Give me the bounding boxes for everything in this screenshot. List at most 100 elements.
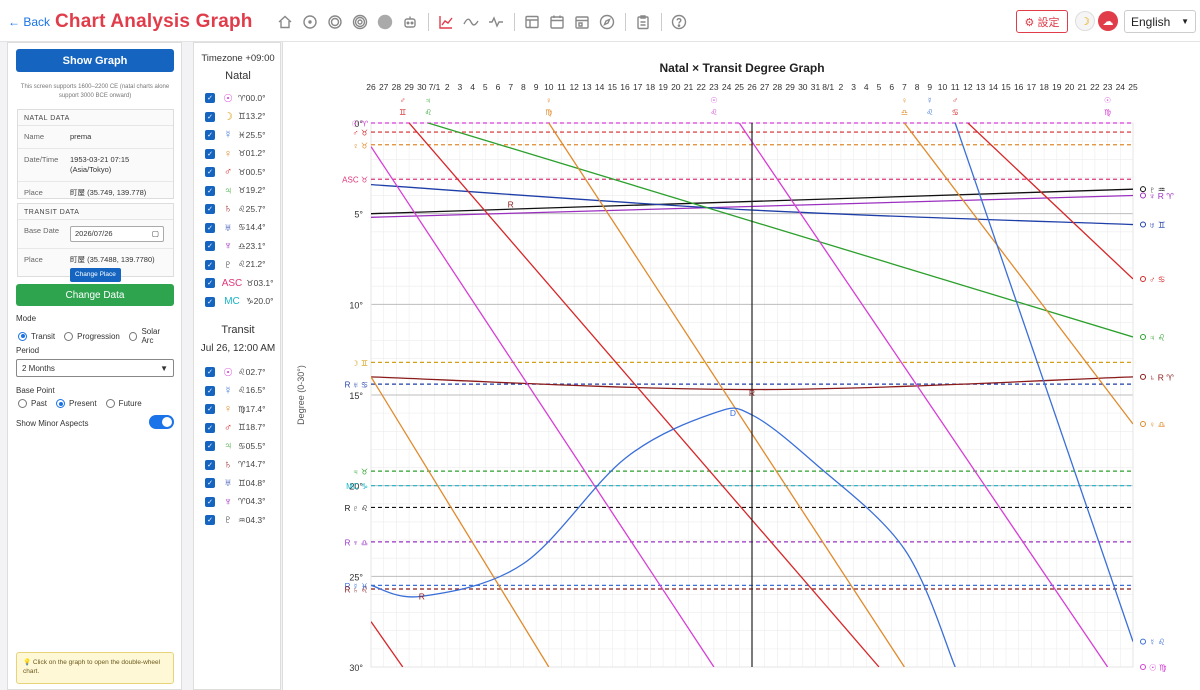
natal-planet-checkbox[interactable]: ✓ — [205, 185, 215, 196]
grid-icon[interactable] — [523, 13, 541, 31]
calendar-icon[interactable] — [548, 13, 566, 31]
transit-planet-symbol: ♆ — [223, 495, 233, 508]
base-date-input[interactable]: 2026/07/26 ▢ — [70, 226, 164, 242]
help-icon[interactable] — [670, 13, 688, 31]
period-select[interactable]: 2 Months ▼ — [16, 359, 174, 377]
ingress-marker-sign: ♍ — [1104, 108, 1111, 117]
base-point-label: Base Point — [16, 386, 55, 395]
natal-planet-list: ✓ ☉ ♈00.0° ✓ ☽ ♊13.2° ✓ ☿ ♓25.5° ✓ ♀ ♉01.2° ✓ ♂ ♉00.5°… — [205, 89, 274, 311]
transit-end-marker — [1140, 221, 1146, 228]
x-tick-label: 2 — [445, 82, 450, 92]
double-circle-icon[interactable] — [326, 13, 344, 31]
natal-planet-checkbox[interactable]: ✓ — [205, 296, 215, 307]
transit-planet-row: ✓ ♆ ♈04.3° — [205, 493, 266, 512]
base-point-present-radio[interactable]: Present — [56, 399, 97, 408]
x-tick-label: 26 — [747, 82, 757, 92]
minor-aspects-toggle[interactable] — [149, 415, 174, 429]
base-point-past-radio[interactable]: Past — [18, 399, 47, 408]
x-tick-label: 3 — [458, 82, 463, 92]
clipboard-icon[interactable] — [634, 13, 652, 31]
transit-planet-checkbox[interactable]: ✓ — [205, 422, 215, 433]
natal-planet-checkbox[interactable]: ✓ — [205, 93, 215, 104]
line-chart-icon[interactable] — [437, 13, 455, 31]
transit-end-marker — [1140, 186, 1146, 193]
natal-planet-checkbox[interactable]: ✓ — [205, 278, 215, 289]
transit-planet-checkbox[interactable]: ✓ — [205, 496, 215, 507]
robot-icon[interactable] — [401, 13, 419, 31]
ingress-marker-planet: ☿ — [927, 96, 933, 105]
mode-transit-radio[interactable]: Transit — [18, 331, 55, 341]
mode-progression-radio[interactable]: Progression — [64, 331, 120, 341]
language-select[interactable]: English ▼ — [1124, 10, 1196, 33]
base-point-future-radio[interactable]: Future — [105, 399, 142, 408]
toolbar-divider — [661, 13, 662, 31]
natal-planet-checkbox[interactable]: ✓ — [205, 167, 215, 178]
transit-end-label: ♀ ♎ — [1149, 420, 1165, 430]
natal-planet-row: ✓ ♆ ♎23.1° — [205, 237, 274, 256]
natal-datetime-row: Date/Time 1953-03-21 07:15 (Asia/Tokyo) — [18, 149, 173, 182]
transit-planet-checkbox[interactable]: ✓ — [205, 478, 215, 489]
ingress-marker-sign: ♊ — [399, 108, 406, 117]
transit-planet-symbol: ♅ — [223, 477, 233, 490]
x-tick-label: 23 — [709, 82, 719, 92]
transit-planet-checkbox[interactable]: ✓ — [205, 515, 215, 526]
concentric-circle-icon[interactable] — [351, 13, 369, 31]
natal-planet-degree: ♉19.2° — [238, 185, 266, 196]
natal-planet-checkbox[interactable]: ✓ — [205, 130, 215, 141]
x-tick-label: 3 — [851, 82, 856, 92]
natal-line-label: MC ♑ — [346, 482, 368, 491]
period-label: Period — [16, 346, 40, 355]
transit-planet-checkbox[interactable]: ✓ — [205, 367, 215, 378]
mode-solar-arc-radio[interactable]: Solar Arc — [128, 327, 172, 345]
back-link[interactable]: ← Back — [8, 15, 50, 29]
toolbar-divider — [625, 13, 626, 31]
support-note: This screen supports 1600–2200 CE (natal… — [20, 84, 170, 99]
natal-planet-checkbox[interactable]: ✓ — [205, 259, 215, 270]
transit-planet-checkbox[interactable]: ✓ — [205, 459, 215, 470]
section-heading: TRANSIT DATA — [18, 204, 173, 220]
x-tick-label: 20 — [1065, 82, 1075, 92]
period-value: 2 Months — [22, 363, 55, 373]
natal-planet-degree: ♈00.0° — [238, 92, 266, 103]
calendar-alt-icon[interactable] — [573, 13, 591, 31]
filled-circle-icon[interactable] — [376, 13, 394, 31]
transit-planet-symbol: ☿ — [223, 384, 233, 397]
natal-planet-checkbox[interactable]: ✓ — [205, 204, 215, 215]
natal-planet-degree: ♑20.0° — [246, 296, 274, 307]
home-icon[interactable] — [276, 13, 294, 31]
transit-planet-checkbox[interactable]: ✓ — [205, 441, 215, 452]
change-place-button[interactable]: Change Place — [70, 268, 121, 282]
light-mode-icon[interactable]: ☽ — [1075, 11, 1095, 31]
natal-planet-checkbox[interactable]: ✓ — [205, 111, 215, 122]
ingress-marker-planet: ♀ — [901, 96, 907, 105]
circle-dot-icon[interactable] — [301, 13, 319, 31]
base-date-label: Base Date — [24, 226, 60, 235]
transit-planet-checkbox[interactable]: ✓ — [205, 404, 215, 415]
change-data-button[interactable]: Change Data — [16, 284, 174, 306]
x-tick-label: 28 — [392, 82, 402, 92]
natal-planet-checkbox[interactable]: ✓ — [205, 222, 215, 233]
settings-button[interactable]: ⚙ 設定 — [1016, 10, 1068, 33]
natal-planet-checkbox[interactable]: ✓ — [205, 148, 215, 159]
chevron-down-icon: ▼ — [160, 363, 168, 373]
natal-planet-symbol: ♀ — [223, 147, 233, 160]
degree-graph[interactable]: Natal × Transit Degree Graph0°5°10°15°20… — [283, 42, 1200, 690]
x-tick-label: 30 — [798, 82, 808, 92]
natal-planet-checkbox[interactable]: ✓ — [205, 241, 215, 252]
chevron-down-icon: ▼ — [1181, 17, 1189, 26]
natal-planet-row: ✓ ♂ ♉00.5° — [205, 163, 274, 182]
chart-area[interactable]: Natal × Transit Degree Graph 0° 5° 10° 15° 20… — [282, 42, 1200, 690]
dark-mode-icon[interactable]: ☁ — [1098, 11, 1118, 31]
compass-icon[interactable] — [598, 13, 616, 31]
wave-icon[interactable] — [462, 13, 480, 31]
pulse-icon[interactable] — [487, 13, 505, 31]
x-tick-label: 18 — [646, 82, 656, 92]
natal-planet-symbol: ☽ — [223, 111, 233, 124]
transit-planet-checkbox[interactable]: ✓ — [205, 385, 215, 396]
datetime-label: Date/Time — [24, 155, 59, 164]
natal-planet-symbol: ♇ — [223, 258, 233, 271]
show-graph-button[interactable]: Show Graph — [16, 49, 174, 72]
y-tick-label: 15° — [349, 391, 363, 401]
x-tick-label: 17 — [1027, 82, 1037, 92]
ingress-marker-planet: ♂ — [952, 96, 958, 105]
